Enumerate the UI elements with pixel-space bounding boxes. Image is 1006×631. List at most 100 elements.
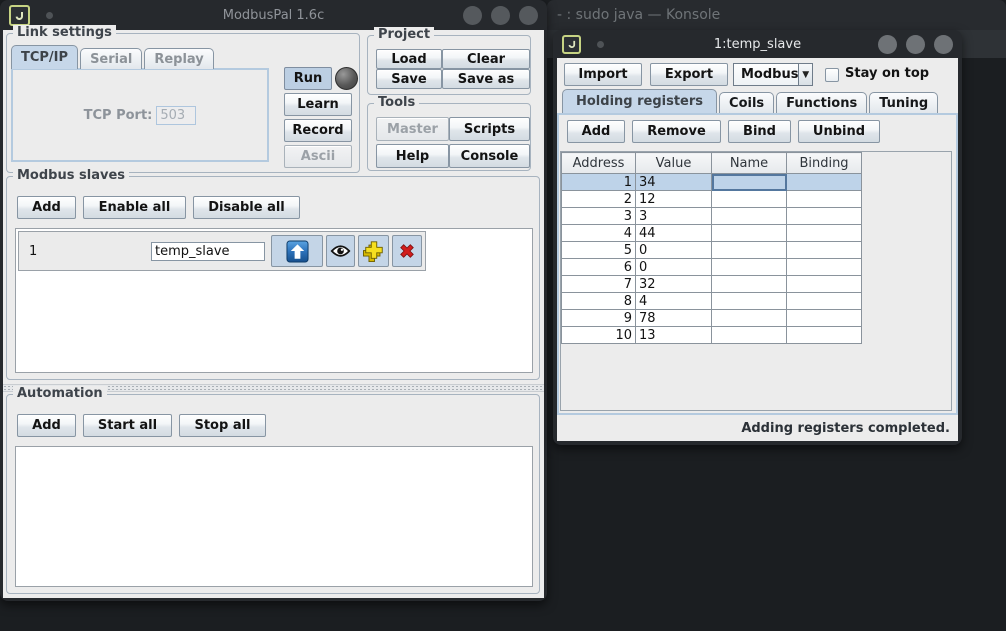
- slave-window-titlebar[interactable]: 1:temp_slave: [553, 30, 962, 58]
- register-cell-name[interactable]: [712, 276, 787, 293]
- register-cell-name[interactable]: [712, 174, 787, 191]
- register-cell-binding[interactable]: [787, 259, 862, 276]
- register-cell-address[interactable]: 7: [562, 276, 636, 293]
- register-cell-name[interactable]: [712, 208, 787, 225]
- register-row[interactable]: 84: [562, 293, 862, 310]
- registers-scroll-area[interactable]: Address Value Name Binding 1342123344450…: [560, 151, 952, 411]
- register-cell-address[interactable]: 1: [562, 174, 636, 191]
- slave-add-automation-button[interactable]: [358, 235, 389, 267]
- register-cell-address[interactable]: 10: [562, 327, 636, 344]
- register-cell-binding[interactable]: [787, 208, 862, 225]
- register-row[interactable]: 1013: [562, 327, 862, 344]
- register-cell-name[interactable]: [712, 225, 787, 242]
- register-cell-value[interactable]: 3: [636, 208, 712, 225]
- close-button[interactable]: [519, 6, 538, 25]
- column-header-value[interactable]: Value: [636, 153, 712, 174]
- register-cell-address[interactable]: 6: [562, 259, 636, 276]
- register-cell-binding[interactable]: [787, 242, 862, 259]
- register-bind-button[interactable]: Bind: [728, 120, 791, 143]
- register-cell-value[interactable]: 13: [636, 327, 712, 344]
- register-cell-name[interactable]: [712, 259, 787, 276]
- register-cell-binding[interactable]: [787, 225, 862, 242]
- register-cell-value[interactable]: 78: [636, 310, 712, 327]
- console-button[interactable]: Console: [449, 144, 530, 168]
- slave-delete-button[interactable]: [392, 235, 422, 267]
- register-cell-name[interactable]: [712, 293, 787, 310]
- tab-serial[interactable]: Serial: [80, 48, 142, 69]
- load-button[interactable]: Load: [376, 49, 442, 69]
- register-cell-binding[interactable]: [787, 276, 862, 293]
- register-cell-name[interactable]: [712, 191, 787, 208]
- start-all-button[interactable]: Start all: [83, 414, 172, 437]
- learn-button[interactable]: Learn: [284, 93, 352, 116]
- register-cell-value[interactable]: 32: [636, 276, 712, 293]
- record-button[interactable]: Record: [284, 119, 352, 142]
- register-cell-value[interactable]: 44: [636, 225, 712, 242]
- disable-all-button[interactable]: Disable all: [193, 196, 300, 219]
- run-button[interactable]: Run: [284, 67, 332, 90]
- maximize-button[interactable]: [906, 35, 925, 54]
- register-unbind-button[interactable]: Unbind: [798, 120, 880, 143]
- save-button[interactable]: Save: [376, 69, 442, 89]
- register-cell-binding[interactable]: [787, 293, 862, 310]
- register-row[interactable]: 33: [562, 208, 862, 225]
- column-header-address[interactable]: Address: [562, 153, 636, 174]
- register-row[interactable]: 212: [562, 191, 862, 208]
- import-button[interactable]: Import: [564, 63, 642, 86]
- slaves-add-button[interactable]: Add: [17, 196, 76, 219]
- protocol-select[interactable]: Modbus ▼: [733, 63, 813, 86]
- register-row[interactable]: 444: [562, 225, 862, 242]
- register-cell-value[interactable]: 0: [636, 259, 712, 276]
- register-cell-binding[interactable]: [787, 191, 862, 208]
- register-cell-value[interactable]: 34: [636, 174, 712, 191]
- register-add-button[interactable]: Add: [567, 120, 625, 143]
- stop-all-button[interactable]: Stop all: [179, 414, 266, 437]
- register-cell-address[interactable]: 5: [562, 242, 636, 259]
- export-button[interactable]: Export: [650, 63, 728, 86]
- register-row[interactable]: 60: [562, 259, 862, 276]
- clear-button[interactable]: Clear: [442, 49, 530, 69]
- register-row[interactable]: 50: [562, 242, 862, 259]
- column-header-name[interactable]: Name: [712, 153, 787, 174]
- tab-tuning[interactable]: Tuning: [869, 92, 938, 113]
- register-cell-address[interactable]: 3: [562, 208, 636, 225]
- maximize-button[interactable]: [491, 6, 510, 25]
- column-header-binding[interactable]: Binding: [787, 153, 862, 174]
- register-cell-address[interactable]: 8: [562, 293, 636, 310]
- tab-replay[interactable]: Replay: [144, 48, 213, 69]
- register-cell-value[interactable]: 12: [636, 191, 712, 208]
- save-as-button[interactable]: Save as: [442, 69, 530, 89]
- tab-holding-registers[interactable]: Holding registers: [562, 89, 717, 113]
- register-cell-binding[interactable]: [787, 327, 862, 344]
- tab-coils[interactable]: Coils: [719, 92, 774, 113]
- register-cell-name[interactable]: [712, 242, 787, 259]
- minimize-button[interactable]: [878, 35, 897, 54]
- minimize-button[interactable]: [463, 6, 482, 25]
- slave-name-input[interactable]: [151, 242, 265, 261]
- slave-enabled-toggle-button[interactable]: [271, 235, 323, 267]
- tab-tcpip[interactable]: TCP/IP: [11, 45, 78, 69]
- stay-on-top-checkbox[interactable]: [825, 68, 839, 82]
- register-cell-value[interactable]: 0: [636, 242, 712, 259]
- close-button[interactable]: [934, 35, 953, 54]
- slave-view-button[interactable]: [326, 235, 355, 267]
- register-cell-address[interactable]: 4: [562, 225, 636, 242]
- tcp-port-input[interactable]: [156, 106, 196, 125]
- scripts-button[interactable]: Scripts: [449, 117, 530, 141]
- help-button[interactable]: Help: [376, 144, 449, 168]
- register-cell-name[interactable]: [712, 310, 787, 327]
- konsole-titlebar[interactable]: - : sudo java — Konsole: [547, 0, 1006, 30]
- register-cell-binding[interactable]: [787, 174, 862, 191]
- register-cell-address[interactable]: 9: [562, 310, 636, 327]
- register-row[interactable]: 978: [562, 310, 862, 327]
- slave-row[interactable]: 1: [18, 231, 426, 271]
- tab-functions[interactable]: Functions: [776, 92, 867, 113]
- register-cell-name[interactable]: [712, 327, 787, 344]
- enable-all-button[interactable]: Enable all: [83, 196, 186, 219]
- register-remove-button[interactable]: Remove: [632, 120, 721, 143]
- register-row[interactable]: 134: [562, 174, 862, 191]
- register-cell-value[interactable]: 4: [636, 293, 712, 310]
- register-row[interactable]: 732: [562, 276, 862, 293]
- register-cell-binding[interactable]: [787, 310, 862, 327]
- register-cell-address[interactable]: 2: [562, 191, 636, 208]
